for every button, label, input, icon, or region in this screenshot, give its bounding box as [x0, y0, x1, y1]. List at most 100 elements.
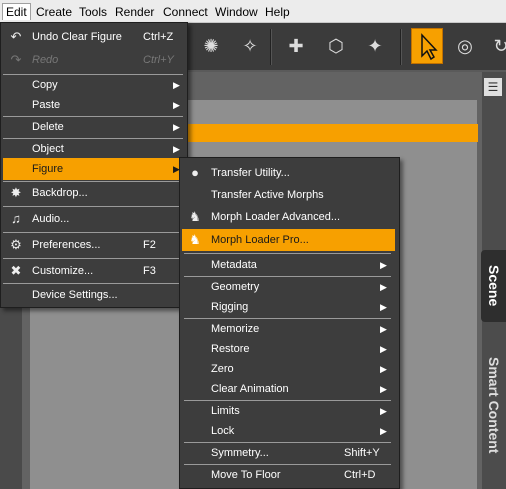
- menu-item-redo[interactable]: ↷ Redo Ctrl+Y: [3, 49, 183, 71]
- universal-tool-icon[interactable]: ◎: [452, 33, 478, 59]
- tab-scene[interactable]: Scene: [481, 250, 506, 322]
- menu-item-morph-loader-advanced[interactable]: ♞ Morph Loader Advanced...: [182, 206, 395, 228]
- menu-item-copy[interactable]: Copy ▶: [3, 74, 183, 96]
- menu-item-shortcut: Ctrl+Z: [143, 31, 174, 43]
- morph-loader-icon: ♞: [189, 209, 201, 224]
- menu-separator: [3, 206, 183, 207]
- submenu-arrow-icon: ▶: [173, 100, 180, 110]
- menu-item-preferences[interactable]: ⚙ Preferences... F2: [3, 234, 183, 256]
- menu-item-label: Clear Animation: [211, 383, 289, 395]
- menu-tools[interactable]: Tools: [79, 4, 107, 20]
- menu-item-label: Copy: [32, 79, 58, 91]
- menu-item-label: Object: [32, 143, 64, 155]
- menu-item-shortcut: Ctrl+Y: [143, 54, 174, 66]
- menu-item-symmetry[interactable]: Symmetry... Shift+Y: [182, 442, 395, 464]
- menu-item-transfer-utility[interactable]: ● Transfer Utility...: [182, 162, 395, 184]
- add-node-tool-icon[interactable]: ✚: [283, 33, 309, 59]
- transform-tool-icon[interactable]: ⬡: [323, 33, 349, 59]
- audio-icon: ♫: [11, 211, 21, 226]
- morph-loader-pro-icon: ♞: [189, 232, 201, 247]
- menu-item-label: Redo: [32, 54, 59, 66]
- menu-item-label: Limits: [211, 405, 240, 417]
- menu-item-metadata[interactable]: Metadata ▶: [182, 254, 395, 276]
- menu-item-label: Customize...: [32, 265, 94, 277]
- menu-item-label: Memorize: [211, 323, 260, 335]
- menu-item-label: Restore: [211, 343, 250, 355]
- menu-item-rigging[interactable]: Rigging ▶: [182, 296, 395, 318]
- menu-item-undo[interactable]: ↶ Undo Clear Figure Ctrl+Z: [3, 26, 183, 48]
- spotlight-tool-icon[interactable]: ✧: [237, 33, 263, 59]
- menu-render[interactable]: Render: [115, 4, 154, 20]
- edit-menu: ↶ Undo Clear Figure Ctrl+Z ↷ Redo Ctrl+Y…: [0, 22, 188, 308]
- menu-item-transfer-active-morphs[interactable]: Transfer Active Morphs: [182, 184, 395, 206]
- menu-connect[interactable]: Connect: [163, 4, 208, 20]
- menu-item-label: Preferences...: [32, 239, 101, 251]
- submenu-arrow-icon: ▶: [380, 364, 387, 374]
- menu-item-label: Audio...: [32, 213, 70, 225]
- preferences-icon: ⚙: [10, 237, 22, 252]
- backdrop-icon: ✸: [10, 185, 22, 200]
- submenu-arrow-icon: ▶: [380, 260, 387, 270]
- menu-item-memorize[interactable]: Memorize ▶: [182, 318, 395, 340]
- panel-menu-icon[interactable]: ☰: [484, 78, 502, 96]
- menu-item-label: Delete: [32, 121, 64, 133]
- geometry-tool-icon[interactable]: ✦: [362, 33, 388, 59]
- menu-item-paste[interactable]: Paste ▶: [3, 94, 183, 116]
- menu-item-geometry[interactable]: Geometry ▶: [182, 276, 395, 298]
- viewport-header-bar: [180, 124, 478, 142]
- menu-item-label: Figure: [32, 163, 64, 175]
- menu-edit[interactable]: Edit: [2, 3, 31, 20]
- menu-item-device-settings[interactable]: Device Settings...: [3, 284, 183, 306]
- menu-item-label: Symmetry...: [211, 447, 269, 459]
- submenu-arrow-icon: ▶: [380, 384, 387, 394]
- menu-item-shortcut: F2: [143, 239, 156, 251]
- menu-create[interactable]: Create: [36, 4, 72, 20]
- menu-item-label: Zero: [211, 363, 234, 375]
- orbit-tool-icon[interactable]: ↻: [488, 33, 506, 59]
- node-selection-tool-button[interactable]: [411, 28, 443, 64]
- menu-item-shortcut: F3: [143, 265, 156, 277]
- undo-icon: ↶: [10, 29, 22, 44]
- menu-item-clear-animation[interactable]: Clear Animation ▶: [182, 378, 395, 400]
- menu-item-limits[interactable]: Limits ▶: [182, 400, 395, 422]
- menu-item-backdrop[interactable]: ✸ Backdrop...: [3, 182, 183, 204]
- menu-item-move-to-floor[interactable]: Move To Floor Ctrl+D: [182, 464, 395, 486]
- menu-item-label: Transfer Utility...: [211, 167, 290, 179]
- menu-separator: [3, 232, 183, 233]
- menu-separator: [3, 258, 183, 259]
- menu-item-label: Lock: [211, 425, 235, 437]
- figure-submenu: ● Transfer Utility... Transfer Active Mo…: [179, 157, 400, 489]
- menu-item-restore[interactable]: Restore ▶: [182, 338, 395, 360]
- menu-item-figure[interactable]: Figure ▶: [3, 158, 183, 180]
- submenu-arrow-icon: ▶: [380, 282, 387, 292]
- menu-item-delete[interactable]: Delete ▶: [3, 116, 183, 138]
- tab-smart-content[interactable]: Smart Content: [481, 340, 506, 470]
- menu-item-label: Geometry: [211, 281, 260, 293]
- menu-item-customize[interactable]: ✖ Customize... F3: [3, 260, 183, 282]
- redo-icon: ↷: [10, 52, 22, 67]
- submenu-arrow-icon: ▶: [173, 80, 180, 90]
- submenu-arrow-icon: ▶: [380, 344, 387, 354]
- menu-item-lock[interactable]: Lock ▶: [182, 420, 395, 442]
- submenu-arrow-icon: ▶: [380, 302, 387, 312]
- menu-item-zero[interactable]: Zero ▶: [182, 358, 395, 380]
- menu-item-label: Device Settings...: [32, 289, 118, 301]
- menu-item-label: Rigging: [211, 301, 249, 313]
- toolbar-separator: [400, 29, 402, 65]
- menu-item-morph-loader-pro[interactable]: ♞ Morph Loader Pro...: [182, 229, 395, 251]
- menu-item-audio[interactable]: ♫ Audio...: [3, 208, 183, 230]
- menu-item-label: Paste: [32, 99, 61, 111]
- menu-window[interactable]: Window: [215, 4, 258, 20]
- toolbar-separator: [270, 29, 272, 65]
- menu-item-object[interactable]: Object ▶: [3, 138, 183, 160]
- menu-item-label: Undo Clear Figure: [32, 31, 122, 43]
- menu-item-shortcut: Shift+Y: [344, 447, 380, 459]
- menu-item-label: Metadata: [211, 259, 257, 271]
- menu-item-label: Morph Loader Pro...: [211, 234, 309, 246]
- submenu-arrow-icon: ▶: [380, 406, 387, 416]
- submenu-arrow-icon: ▶: [380, 324, 387, 334]
- menu-help[interactable]: Help: [265, 4, 290, 20]
- menu-item-label: Move To Floor: [211, 469, 281, 481]
- submenu-arrow-icon: ▶: [173, 122, 180, 132]
- rotate-tool-icon[interactable]: ✺: [198, 33, 224, 59]
